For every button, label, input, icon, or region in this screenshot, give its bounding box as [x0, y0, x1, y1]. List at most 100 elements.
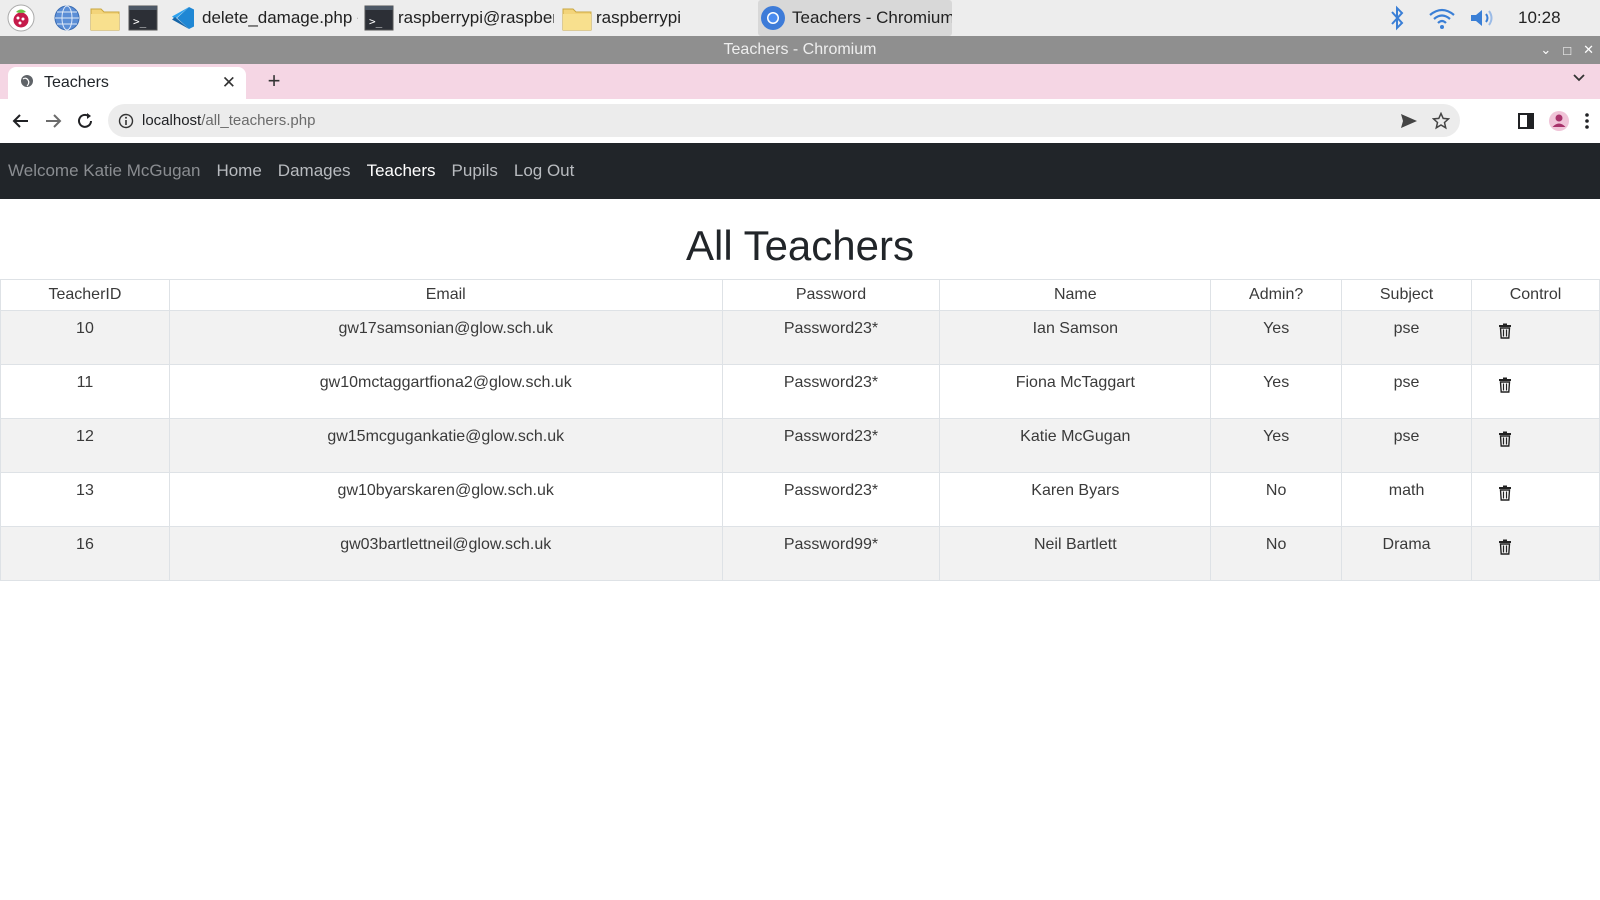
terminal-launcher-icon[interactable]: >_ — [128, 3, 158, 33]
tab-search-icon[interactable] — [1572, 70, 1586, 88]
close-tab-icon[interactable]: ✕ — [222, 73, 236, 93]
name-cell: Fiona McTaggart — [939, 364, 1212, 419]
send-icon[interactable] — [1400, 113, 1418, 129]
delete-trash-icon[interactable] — [1498, 377, 1512, 397]
email-cell: gw10mctaggartfiona2@glow.sch.uk — [168, 364, 723, 419]
close-window-icon[interactable]: ✕ — [1583, 42, 1594, 58]
delete-trash-icon[interactable] — [1498, 485, 1512, 505]
name-cell: Karen Byars — [939, 472, 1212, 527]
subject-cell: pse — [1341, 310, 1473, 365]
password-cell: Password23* — [721, 364, 941, 419]
delete-trash-icon[interactable] — [1498, 431, 1512, 451]
teachers-table: TeacherID Email Password Name Admin? Sub… — [0, 279, 1600, 581]
folder-icon — [562, 3, 592, 33]
new-tab-button[interactable]: + — [260, 66, 288, 96]
column-header: Password — [721, 279, 941, 311]
tray: 10:28 — [1388, 0, 1561, 36]
email-cell: gw17samsonian@glow.sch.uk — [168, 310, 723, 365]
window-title: Teachers - Chromium — [723, 41, 877, 58]
email-cell: gw10byarskaren@glow.sch.uk — [168, 472, 723, 527]
site-info-icon[interactable] — [118, 113, 134, 129]
table-row: 11 gw10mctaggartfiona2@glow.sch.uk Passw… — [0, 364, 1600, 419]
svg-text:>_: >_ — [369, 15, 383, 28]
delete-trash-icon[interactable] — [1498, 323, 1512, 343]
control-cell — [1471, 418, 1600, 473]
column-header: Control — [1471, 279, 1600, 311]
taskbar-window-label: raspberrypi@raspber... — [398, 8, 554, 27]
email-cell: gw15mcgugankatie@glow.sch.uk — [168, 418, 723, 473]
teacher-id-cell: 10 — [0, 310, 170, 365]
admin-cell: Yes — [1210, 310, 1343, 365]
tab-teachers[interactable]: Teachers ✕ — [8, 67, 246, 99]
nav-damages[interactable]: Damages — [278, 161, 351, 181]
url-text: localhost/all_teachers.php — [142, 112, 315, 129]
globe-icon — [20, 74, 34, 93]
chromium-icon — [758, 3, 788, 33]
table-row: 12 gw15mcgugankatie@glow.sch.uk Password… — [0, 418, 1600, 473]
taskbar-window-label: delete_damage.php - ... — [202, 8, 358, 27]
maximize-icon[interactable]: □ — [1563, 43, 1571, 58]
nav-pupils[interactable]: Pupils — [452, 161, 498, 181]
welcome-text: Welcome Katie McGugan — [8, 161, 201, 180]
bookmark-star-icon[interactable] — [1432, 111, 1450, 130]
taskbar-window-file-manager[interactable]: raspberrypi — [562, 0, 752, 36]
raspberry-menu-icon[interactable] — [6, 3, 36, 33]
browser-menu-icon[interactable] — [1584, 112, 1590, 130]
side-panel-icon[interactable] — [1518, 113, 1534, 129]
site-navbar: Welcome Katie McGugan Home Damages Teach… — [0, 143, 1600, 199]
delete-trash-icon[interactable] — [1498, 539, 1512, 559]
name-cell: Katie McGugan — [939, 418, 1212, 473]
os-taskbar: >_ delete_damage.php - ... >_ raspberryp… — [0, 0, 1600, 37]
subject-cell: math — [1341, 472, 1473, 527]
url-path: /all_teachers.php — [201, 112, 316, 129]
svg-text:>_: >_ — [133, 15, 147, 28]
column-header: Email — [168, 279, 723, 311]
table-row: 13 gw10byarskaren@glow.sch.uk Password23… — [0, 472, 1600, 527]
taskbar-window-vscode[interactable]: delete_damage.php - ... — [168, 0, 358, 36]
password-cell: Password23* — [721, 310, 941, 365]
subject-cell: pse — [1341, 364, 1473, 419]
column-header: TeacherID — [0, 279, 170, 311]
control-cell — [1471, 472, 1600, 527]
back-icon[interactable] — [6, 106, 36, 136]
password-cell: Password23* — [721, 418, 941, 473]
wifi-icon[interactable] — [1428, 6, 1456, 30]
forward-icon[interactable] — [38, 106, 68, 136]
browser-toolbar: localhost/all_teachers.php — [0, 99, 1600, 144]
volume-icon[interactable] — [1468, 6, 1498, 30]
terminal-icon: >_ — [364, 3, 394, 33]
browser-launcher-icon[interactable] — [52, 3, 82, 33]
teacher-id-cell: 16 — [0, 526, 170, 581]
admin-cell: No — [1210, 472, 1343, 527]
table-row: 10 gw17samsonian@glow.sch.uk Password23*… — [0, 310, 1600, 365]
taskbar-window-label: raspberrypi — [596, 8, 682, 27]
teacher-id-cell: 11 — [0, 364, 170, 419]
window-titlebar[interactable]: Teachers - Chromium ⌄ □ ✕ — [0, 36, 1600, 64]
profile-avatar-icon[interactable] — [1548, 110, 1570, 132]
file-manager-launcher-icon[interactable] — [90, 3, 120, 33]
url-host: localhost — [142, 112, 202, 129]
vscode-icon — [168, 3, 198, 33]
nav-home[interactable]: Home — [216, 161, 261, 181]
bluetooth-icon[interactable] — [1388, 5, 1406, 31]
taskbar-window-terminal[interactable]: >_ raspberrypi@raspber... — [364, 0, 554, 36]
clock: 10:28 — [1518, 8, 1561, 27]
nav-teachers[interactable]: Teachers — [367, 161, 436, 181]
control-cell — [1471, 310, 1600, 365]
password-cell: Password23* — [721, 472, 941, 527]
admin-cell: Yes — [1210, 364, 1343, 419]
column-header: Admin? — [1210, 279, 1343, 311]
reload-icon[interactable] — [70, 106, 100, 136]
teacher-id-cell: 13 — [0, 472, 170, 527]
taskbar-window-chromium[interactable]: Teachers - Chromium — [758, 0, 952, 36]
column-header: Name — [939, 279, 1212, 311]
subject-cell: Drama — [1341, 526, 1473, 581]
taskbar-window-label: Teachers - Chromium — [792, 8, 952, 27]
nav-log-out[interactable]: Log Out — [514, 161, 575, 181]
subject-cell: pse — [1341, 418, 1473, 473]
control-cell — [1471, 364, 1600, 419]
minimize-icon[interactable]: ⌄ — [1540, 42, 1551, 58]
email-cell: gw03bartlettneil@glow.sch.uk — [168, 526, 723, 581]
password-cell: Password99* — [721, 526, 941, 581]
address-bar[interactable]: localhost/all_teachers.php — [108, 104, 1460, 137]
